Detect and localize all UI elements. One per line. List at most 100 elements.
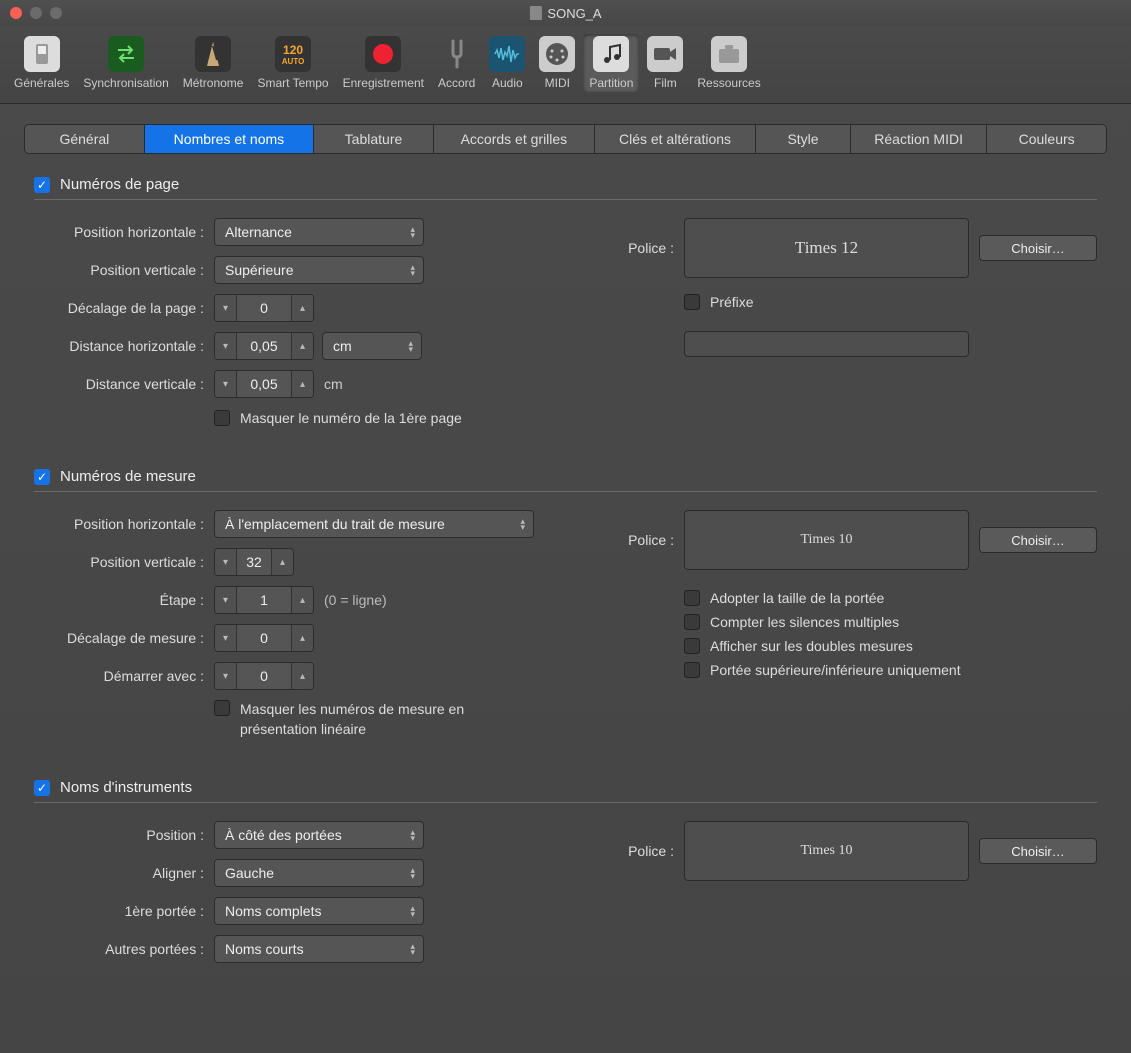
page-pos-h-select[interactable]: Alternance ▴▾	[214, 218, 424, 246]
count-rests-checkbox[interactable]	[684, 614, 700, 630]
tab-chords[interactable]: Accords et grilles	[434, 125, 595, 153]
tab-numbers-names[interactable]: Nombres et noms	[145, 125, 314, 153]
page-offset-stepper[interactable]: ▾ 0 ▴	[214, 294, 314, 322]
toolbar-item-metronome[interactable]: Métronome	[177, 34, 250, 92]
tempo-icon: 120 AUTO	[275, 36, 311, 72]
follow-staff-label: Adopter la taille de la portée	[710, 590, 884, 606]
label-start-with: Démarrer avec :	[34, 668, 214, 684]
tab-colors[interactable]: Couleurs	[987, 125, 1106, 153]
toolbar-item-score[interactable]: Partition	[583, 34, 639, 92]
hide-linear-label: Masquer les numéros de mesure en présent…	[240, 700, 520, 739]
toolbar-item-movie[interactable]: Film	[641, 34, 689, 92]
camera-icon	[647, 36, 683, 72]
waveform-icon	[489, 36, 525, 72]
label-align: Aligner :	[34, 865, 214, 881]
prefix-label: Préfixe	[710, 294, 754, 310]
tuning-fork-icon	[439, 36, 475, 72]
project-settings-window: SONG_A Générales Synchronisation Métrono…	[0, 0, 1131, 1053]
minimize-window-button[interactable]	[30, 7, 42, 19]
stepper-up-button[interactable]: ▴	[291, 625, 313, 651]
prefix-checkbox[interactable]	[684, 294, 700, 310]
instr-first-staff-select[interactable]: Noms complets ▴▾	[214, 897, 424, 925]
stepper-down-button[interactable]: ▾	[215, 587, 237, 613]
switch-icon	[24, 36, 60, 72]
window-controls	[10, 7, 62, 19]
hide-first-page-checkbox[interactable]	[214, 410, 230, 426]
chevron-updown-icon: ▴▾	[410, 226, 415, 238]
stepper-up-button[interactable]: ▴	[291, 587, 313, 613]
stepper-up-button[interactable]: ▴	[291, 333, 313, 359]
chevron-updown-icon: ▴▾	[410, 264, 415, 276]
tab-style[interactable]: Style	[756, 125, 851, 153]
metronome-icon	[195, 36, 231, 72]
toolbar-item-midi[interactable]: MIDI	[533, 34, 581, 92]
instr-font-display: Times 10	[684, 821, 969, 881]
page-dist-h-stepper[interactable]: ▾ 0,05 ▴	[214, 332, 314, 360]
chevron-updown-icon: ▴▾	[410, 943, 415, 955]
bar-offset-stepper[interactable]: ▾ 0 ▴	[214, 624, 314, 652]
bar-font-choose-button[interactable]: Choisir…	[979, 527, 1097, 553]
stepper-up-button[interactable]: ▴	[291, 295, 313, 321]
unit-label: cm	[324, 376, 343, 392]
chevron-updown-icon: ▴▾	[410, 829, 415, 841]
zoom-window-button[interactable]	[50, 7, 62, 19]
toolbar-item-recording[interactable]: Enregistrement	[337, 34, 430, 92]
stepper-down-button[interactable]: ▾	[215, 371, 237, 397]
close-window-button[interactable]	[10, 7, 22, 19]
toolbar-item-smart-tempo[interactable]: 120 AUTO Smart Tempo	[251, 34, 334, 92]
toolbar-item-assets[interactable]: Ressources	[691, 34, 766, 92]
bar-start-stepper[interactable]: ▾ 0 ▴	[214, 662, 314, 690]
chevron-updown-icon: ▴▾	[410, 867, 415, 879]
label-pos-v: Position verticale :	[34, 262, 214, 278]
top-bottom-checkbox[interactable]	[684, 662, 700, 678]
sync-icon	[108, 36, 144, 72]
page-dist-v-stepper[interactable]: ▾ 0,05 ▴	[214, 370, 314, 398]
page-numbers-heading: Numéros de page	[60, 176, 179, 193]
toolbar-item-synchronization[interactable]: Synchronisation	[77, 34, 174, 92]
page-pos-v-select[interactable]: Supérieure ▴▾	[214, 256, 424, 284]
stepper-up-button[interactable]: ▴	[271, 549, 293, 575]
content-area: Général Nombres et noms Tablature Accord…	[0, 104, 1131, 993]
page-font-choose-button[interactable]: Choisir…	[979, 235, 1097, 261]
bar-pos-h-select[interactable]: À l'emplacement du trait de mesure ▴▾	[214, 510, 534, 538]
instr-other-staves-select[interactable]: Noms courts ▴▾	[214, 935, 424, 963]
chevron-updown-icon: ▴▾	[520, 518, 525, 530]
tab-clefs[interactable]: Clés et altérations	[595, 125, 756, 153]
score-icon	[593, 36, 629, 72]
show-double-checkbox[interactable]	[684, 638, 700, 654]
tab-general[interactable]: Général	[25, 125, 145, 153]
tab-midi-reaction[interactable]: Réaction MIDI	[851, 125, 987, 153]
stepper-down-button[interactable]: ▾	[215, 333, 237, 359]
bar-pos-v-stepper[interactable]: ▾ 32 ▴	[214, 548, 294, 576]
top-bottom-label: Portée supérieure/inférieure uniquement	[710, 662, 961, 678]
hide-linear-checkbox[interactable]	[214, 700, 230, 716]
step-note: (0 = ligne)	[324, 592, 387, 608]
label-dist-v: Distance verticale :	[34, 376, 214, 392]
instr-align-select[interactable]: Gauche ▴▾	[214, 859, 424, 887]
label-dist-h: Distance horizontale :	[34, 338, 214, 354]
toolbar-item-general[interactable]: Générales	[8, 34, 75, 92]
stepper-down-button[interactable]: ▾	[215, 549, 237, 575]
instr-position-select[interactable]: À côté des portées ▴▾	[214, 821, 424, 849]
stepper-down-button[interactable]: ▾	[215, 663, 237, 689]
instrument-names-heading: Noms d'instruments	[60, 779, 192, 796]
instrument-names-checkbox[interactable]: ✓	[34, 780, 50, 796]
bar-step-stepper[interactable]: ▾ 1 ▴	[214, 586, 314, 614]
bar-numbers-checkbox[interactable]: ✓	[34, 469, 50, 485]
label-page-offset: Décalage de la page :	[34, 300, 214, 316]
stepper-down-button[interactable]: ▾	[215, 295, 237, 321]
prefix-textfield[interactable]	[684, 331, 969, 357]
stepper-up-button[interactable]: ▴	[291, 371, 313, 397]
tab-tablature[interactable]: Tablature	[314, 125, 434, 153]
stepper-down-button[interactable]: ▾	[215, 625, 237, 651]
briefcase-icon	[711, 36, 747, 72]
page-unit-select[interactable]: cm ▴▾	[322, 332, 422, 360]
midi-icon	[539, 36, 575, 72]
instr-font-choose-button[interactable]: Choisir…	[979, 838, 1097, 864]
stepper-up-button[interactable]: ▴	[291, 663, 313, 689]
toolbar-item-tuning[interactable]: Accord	[432, 34, 481, 92]
toolbar-item-audio[interactable]: Audio	[483, 34, 531, 92]
show-double-label: Afficher sur les doubles mesures	[710, 638, 913, 654]
page-numbers-checkbox[interactable]: ✓	[34, 177, 50, 193]
follow-staff-checkbox[interactable]	[684, 590, 700, 606]
